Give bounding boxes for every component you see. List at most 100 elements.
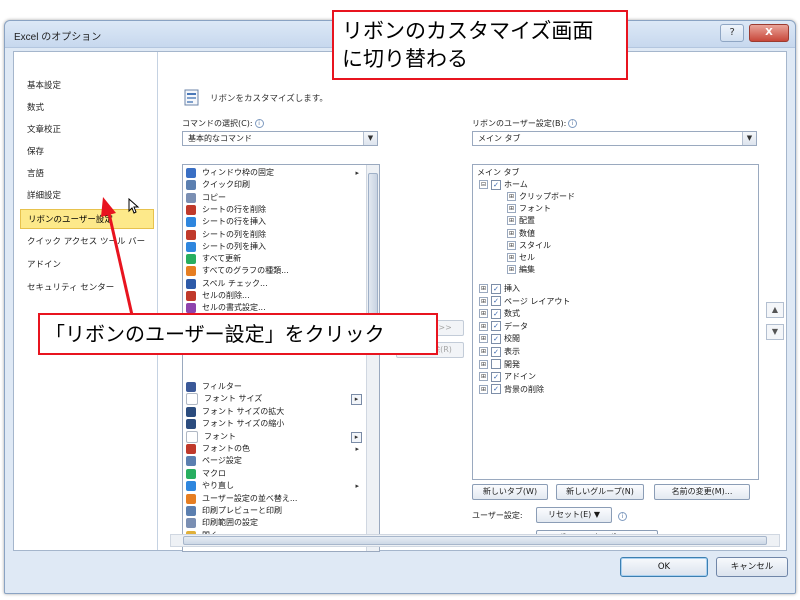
ribbon-tabs-dropdown[interactable]: メイン タブ ▼ (472, 131, 757, 146)
expand-icon[interactable]: ⊞ (479, 384, 488, 394)
command-icon (186, 382, 196, 392)
tree-tab-home[interactable]: ⊟ ✓ ホーム (479, 179, 528, 191)
command-item[interactable]: クイック印刷 (186, 179, 365, 191)
tab-checkbox[interactable]: ✓ (491, 321, 501, 332)
command-item[interactable]: シートの列を削除 (186, 229, 365, 241)
help-icon[interactable]: ? (720, 24, 745, 42)
chevron-down-icon[interactable]: ▼ (363, 132, 377, 145)
tree-tab-item[interactable]: ⊞ ✓ データ (479, 321, 528, 333)
chevron-down-icon[interactable]: ▼ (742, 132, 756, 145)
command-item[interactable]: すべて更新 (186, 253, 365, 265)
close-button[interactable]: X (749, 24, 789, 42)
new-group-button[interactable]: 新しいグループ(N) (556, 484, 644, 500)
tab-checkbox[interactable]: ✓ (491, 333, 501, 344)
command-icon (186, 493, 196, 504)
info-icon: i (568, 119, 578, 128)
expand-icon[interactable]: ⊞ (479, 359, 488, 369)
tree-tab-item[interactable]: ⊞ 開発 (479, 359, 520, 371)
expand-icon[interactable]: ⊞ (479, 309, 488, 319)
command-item[interactable]: やり直し ▸ (186, 480, 365, 492)
tree-group-item[interactable]: ⊞ 配置 (507, 215, 535, 227)
command-item[interactable]: フォント サイズの縮小 (186, 418, 365, 430)
command-item[interactable]: ユーザー設定の並べ替え... (186, 493, 365, 505)
tree-tab-item[interactable]: ⊞ ✓ 表示 (479, 346, 520, 358)
tree-tab-item[interactable]: ⊞ ✓ 校閲 (479, 333, 520, 345)
expand-box-icon[interactable]: ▸ (351, 431, 362, 443)
command-item[interactable]: 印刷プレビューと印刷 (186, 505, 365, 517)
tree-tab-label: 開発 (504, 359, 520, 369)
command-item[interactable]: コピー (186, 192, 365, 204)
tab-checkbox[interactable] (491, 359, 501, 370)
command-item[interactable]: ページ設定 (186, 455, 365, 467)
move-up-button[interactable]: ▲ (766, 302, 784, 318)
commands-scrollbar[interactable] (366, 165, 379, 551)
nav-item-proofing[interactable]: 文章校正 (20, 120, 154, 140)
command-item[interactable]: すべてのグラフの種類... (186, 265, 365, 277)
new-tab-button[interactable]: 新しいタブ(W) (472, 484, 548, 500)
command-item[interactable]: フォントの色 ▸ (186, 443, 365, 455)
rename-button[interactable]: 名前の変更(M)... (654, 484, 750, 500)
command-item[interactable]: フォント サイズ ▸ (186, 393, 365, 406)
collapse-icon[interactable]: ⊟ (479, 180, 488, 189)
choose-commands-dropdown[interactable]: 基本的なコマンド ▼ (182, 131, 378, 146)
commands-scroll-thumb[interactable] (368, 173, 378, 325)
expand-icon[interactable]: ⊞ (507, 265, 516, 275)
ribbon-tree[interactable]: メイン タブ ⊟ ✓ ホーム ⊞ クリップボード ⊞ フォント ⊞ 配置 ⊞ 数値 ⊞ スタイル ⊞ セル… (472, 164, 759, 480)
panel-horizontal-scrollbar[interactable] (170, 534, 780, 547)
command-item[interactable]: シートの行を挿入 (186, 216, 365, 228)
cancel-button[interactable]: キャンセル (716, 557, 788, 577)
tab-checkbox[interactable]: ✓ (491, 283, 501, 294)
expand-box-icon[interactable]: ▸ (351, 394, 362, 406)
tab-checkbox[interactable]: ✓ (491, 308, 501, 319)
tree-tab-item[interactable]: ⊞ ✓ 背景の削除 (479, 384, 544, 396)
commands-list[interactable]: ウィンドウ枠の固定 ▸ クイック印刷 コピー シートの行を削除 シートの行を挿入 シートの列… (182, 164, 380, 552)
command-item[interactable]: フィルター (186, 381, 365, 393)
tree-tab-item[interactable]: ⊞ ✓ 挿入 (479, 283, 520, 295)
command-item[interactable]: ウィンドウ枠の固定 ▸ (186, 167, 365, 179)
tab-checkbox[interactable]: ✓ (491, 384, 501, 395)
expand-icon[interactable]: ⊞ (507, 228, 516, 238)
tree-tab-item[interactable]: ⊞ ✓ ページ レイアウト (479, 296, 570, 308)
tree-group-item[interactable]: ⊞ セル (507, 252, 535, 264)
expand-icon[interactable]: ⊞ (507, 192, 516, 201)
command-item[interactable]: マクロ (186, 468, 365, 480)
tab-checkbox[interactable]: ✓ (491, 371, 501, 382)
tree-group-item[interactable]: ⊞ 編集 (507, 264, 535, 276)
tree-group-label: スタイル (519, 240, 551, 250)
expand-icon[interactable]: ⊞ (507, 216, 516, 226)
tree-group-item[interactable]: ⊞ 数値 (507, 228, 535, 240)
command-item[interactable]: フォント サイズの拡大 (186, 406, 365, 418)
tree-tab-item[interactable]: ⊞ ✓ 数式 (479, 308, 520, 320)
expand-icon[interactable]: ⊞ (479, 321, 488, 331)
reset-button[interactable]: リセット(E) ▼ (536, 507, 612, 523)
expand-icon[interactable]: ⊞ (479, 347, 488, 356)
expand-icon[interactable]: ⊞ (479, 284, 488, 293)
checkbox-home[interactable]: ✓ (491, 179, 501, 190)
move-down-button[interactable]: ▼ (766, 324, 784, 340)
expand-icon[interactable]: ⊞ (507, 204, 516, 214)
tab-checkbox[interactable]: ✓ (491, 346, 501, 357)
ok-button[interactable]: OK (620, 557, 708, 577)
nav-item-formulas[interactable]: 数式 (20, 98, 154, 118)
command-item[interactable]: シートの列を挿入 (186, 241, 365, 253)
expand-icon[interactable]: ⊞ (479, 296, 488, 306)
tree-group-item[interactable]: ⊞ フォント (507, 203, 551, 215)
command-item[interactable]: セルの削除... (186, 290, 365, 302)
expand-icon[interactable]: ⊞ (507, 240, 516, 250)
expand-icon[interactable]: ⊞ (479, 334, 488, 344)
nav-item-language[interactable]: 言語 (20, 164, 154, 184)
expand-icon[interactable]: ⊞ (507, 253, 516, 262)
panel-scroll-thumb[interactable] (183, 536, 767, 545)
tree-group-item[interactable]: ⊞ スタイル (507, 240, 551, 252)
tree-tab-item[interactable]: ⊞ ✓ アドイン (479, 371, 536, 383)
command-item[interactable]: フォント ▸ (186, 430, 365, 443)
command-item[interactable]: シートの行を削除 (186, 204, 365, 216)
nav-item-basic[interactable]: 基本設定 (20, 76, 154, 96)
tree-group-item[interactable]: ⊞ クリップボード (507, 191, 575, 203)
command-item[interactable]: 印刷範囲の設定 (186, 517, 365, 529)
command-label: フィルター (202, 382, 242, 391)
nav-item-save[interactable]: 保存 (20, 142, 154, 162)
expand-icon[interactable]: ⊞ (479, 372, 488, 382)
command-item[interactable]: スペル チェック... (186, 278, 365, 290)
tab-checkbox[interactable]: ✓ (491, 296, 501, 307)
